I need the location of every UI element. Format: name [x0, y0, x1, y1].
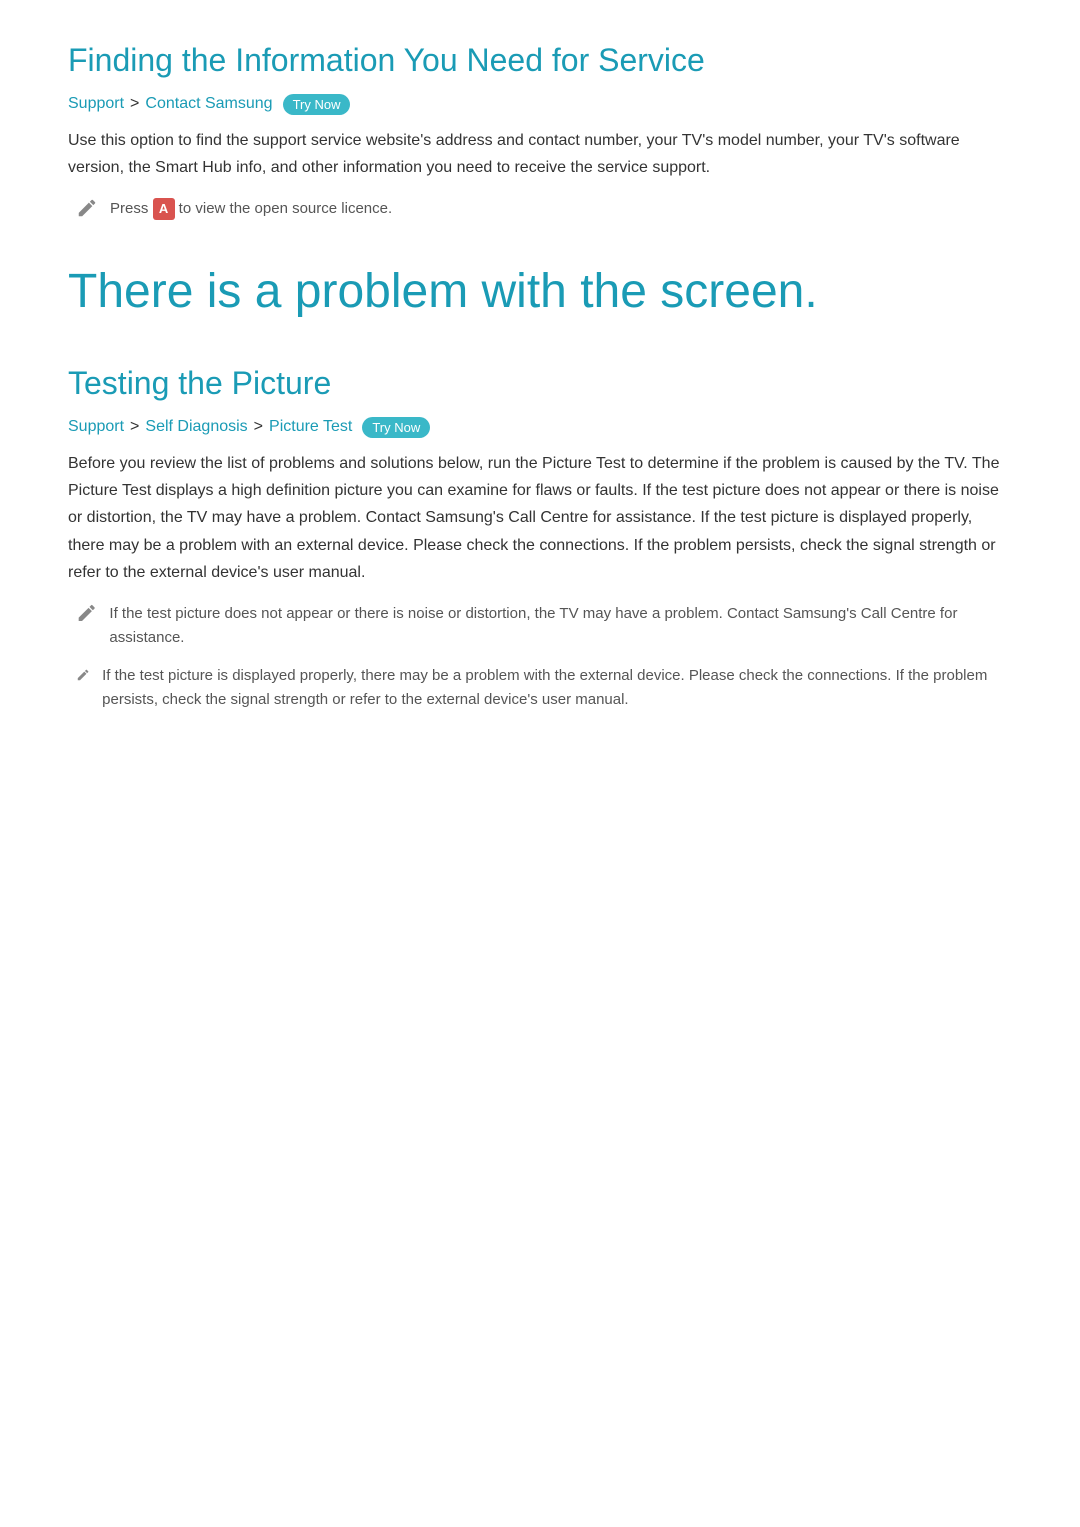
section-finding-info: Finding the Information You Need for Ser… [68, 40, 1012, 221]
note-item-1: If the test picture does not appear or t… [76, 602, 1012, 650]
try-now-badge-1[interactable]: Try Now [283, 94, 351, 115]
try-now-badge-2[interactable]: Try Now [362, 417, 430, 438]
pencil-icon-2 [76, 602, 97, 624]
press-note: Press A to view the open source licence. [76, 197, 1012, 221]
breadcrumb-sep1: > [130, 95, 139, 113]
subsection-testing-picture: Testing the Picture Support > Self Diagn… [68, 363, 1012, 712]
pencil-icon-1 [76, 197, 98, 219]
breadcrumb2-picture-test[interactable]: Picture Test [269, 418, 352, 436]
section2-breadcrumb: Support > Self Diagnosis > Picture Test … [68, 417, 1012, 438]
breadcrumb2-support[interactable]: Support [68, 418, 124, 436]
pencil-icon-3 [76, 664, 90, 686]
breadcrumb-support[interactable]: Support [68, 95, 124, 113]
section-screen-problem: There is a problem with the screen. Test… [68, 261, 1012, 712]
section1-body: Use this option to find the support serv… [68, 127, 1012, 181]
breadcrumb2-self-diagnosis[interactable]: Self Diagnosis [145, 418, 247, 436]
section2-title: There is a problem with the screen. [68, 261, 1012, 323]
key-a-badge: A [153, 198, 175, 220]
press-note-text: Press A to view the open source licence. [110, 197, 392, 221]
breadcrumb2-sep1: > [130, 418, 139, 436]
breadcrumb-contact-samsung[interactable]: Contact Samsung [145, 95, 272, 113]
note-text-2: If the test picture is displayed properl… [102, 664, 1012, 712]
note-text-1: If the test picture does not appear or t… [109, 602, 1012, 650]
breadcrumb2-sep2: > [254, 418, 263, 436]
subsection-body: Before you review the list of problems a… [68, 450, 1012, 586]
note-item-2: If the test picture is displayed properl… [76, 664, 1012, 712]
section1-title: Finding the Information You Need for Ser… [68, 40, 1012, 82]
section1-breadcrumb: Support > Contact Samsung Try Now [68, 94, 1012, 115]
subsection-title: Testing the Picture [68, 363, 1012, 405]
